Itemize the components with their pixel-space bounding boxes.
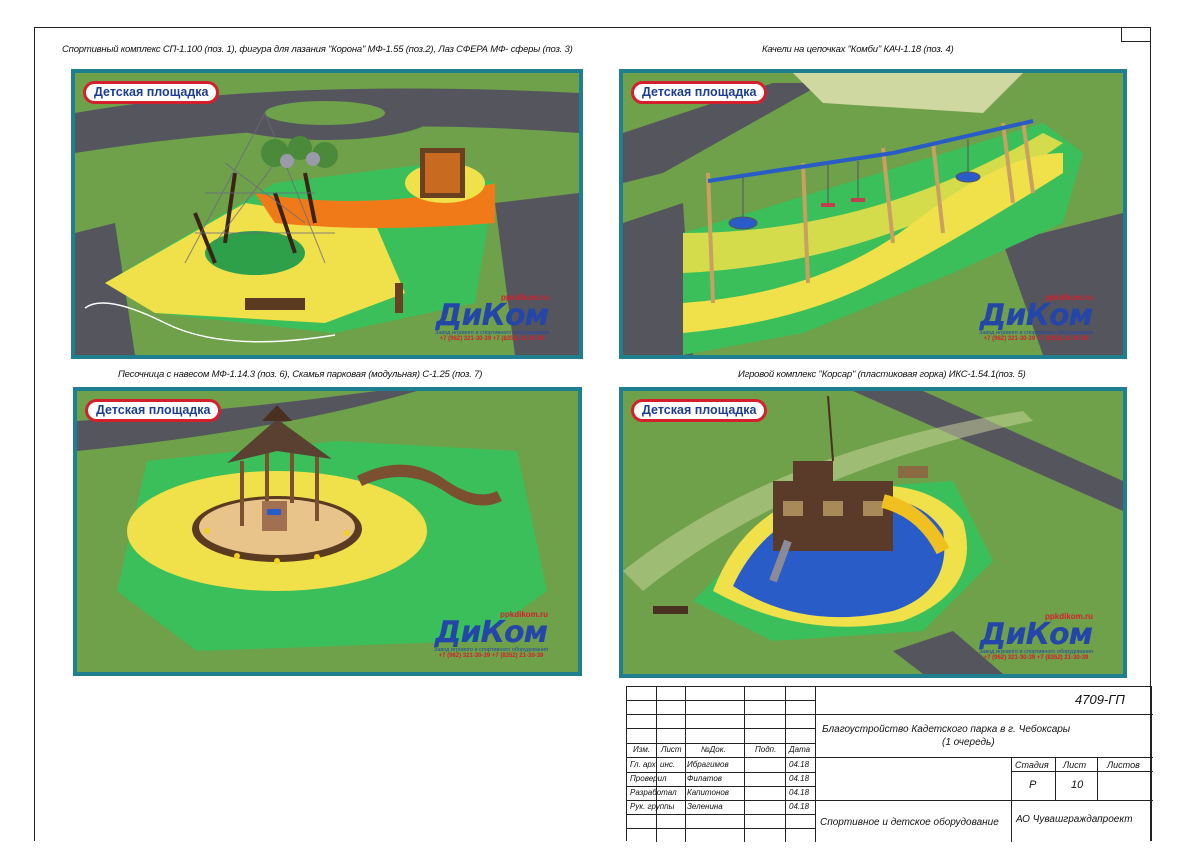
dikom-logo: ppkdikom.ru ДиКом Завод игрового и спорт… bbox=[417, 293, 567, 347]
caption-sports-complex: Спортивный комплекс СП-1.100 (поз. 1), ф… bbox=[62, 44, 573, 55]
signer-role: Проверил bbox=[630, 774, 667, 783]
dikom-logo: ppkdikom.ru ДиКом Завод игрового и спорт… bbox=[961, 293, 1111, 347]
sheet-label: Лист bbox=[1063, 760, 1087, 770]
logo-name: ДиКом bbox=[435, 298, 549, 333]
header-date: Дата bbox=[789, 745, 811, 754]
project-subtitle: (1 очередь) bbox=[942, 737, 995, 748]
logo-phones: +7 (962) 321-30-39 +7 (8352) 21-30-39 bbox=[438, 653, 544, 659]
logo-name: ДиКом bbox=[434, 615, 548, 650]
sheets-label: Листов bbox=[1107, 760, 1140, 770]
caption-sandbox: Песочница с навесом МФ-1.14.3 (поз. 6), … bbox=[118, 369, 483, 380]
caption-play-complex: Игровой комплекс "Корсар" (пластиковая г… bbox=[738, 369, 1026, 380]
logo-name: ДиКом bbox=[979, 617, 1093, 652]
header-izm: Изм. bbox=[633, 745, 651, 754]
signer-role: Разработал bbox=[630, 788, 677, 797]
drawing-code: 4709-ГП bbox=[1075, 692, 1125, 707]
header-sign: Подп. bbox=[755, 745, 777, 754]
header-doc: №Док. bbox=[701, 745, 726, 754]
title-block: Изм. Лист №Док. Подп. Дата Гл. арх. инс.… bbox=[626, 686, 1153, 842]
signer-date: 04.18 bbox=[789, 774, 810, 783]
signer-date: 04.18 bbox=[789, 788, 810, 797]
logo-phones: +7 (962) 321-30-39 +7 (8352) 21-30-39 bbox=[983, 655, 1089, 661]
badge-playground: Детская площадка bbox=[631, 399, 768, 422]
signer-date: 04.18 bbox=[789, 802, 810, 811]
dikom-logo: ppkdikom.ru ДиКом Завод игрового и спорт… bbox=[416, 610, 566, 664]
badge-playground: Детская площадка bbox=[631, 81, 768, 104]
dikom-logo: ppkdikom.ru ДиКом Завод игрового и спорт… bbox=[961, 612, 1111, 666]
project-title: Благоустройство Кадетского парка в г. Че… bbox=[822, 724, 1071, 735]
signer-name: Капитонов bbox=[687, 788, 729, 797]
logo-phones: +7 (962) 321-30-39 +7 (8352) 21-30-39 bbox=[983, 336, 1089, 342]
render-panel-sandbox: Детская площадка ppkdikom.ru ДиКом Завод… bbox=[73, 387, 582, 676]
badge-playground: Детская площадка bbox=[83, 81, 220, 104]
signer-role: Рук. группы bbox=[630, 802, 675, 811]
drawing-name: Спортивное и детское оборудование bbox=[820, 817, 999, 828]
sheet-number: 10 bbox=[1071, 779, 1084, 791]
signer-name: Филатов bbox=[687, 774, 722, 783]
render-panel-play-complex: Детская площадка ppkdikom.ru ДиКом Завод… bbox=[619, 387, 1127, 678]
caption-swings: Качели на цепочках "Комби" КАЧ-1.18 (поз… bbox=[762, 44, 954, 55]
signer-name: Зеленина bbox=[687, 802, 723, 811]
signer-date: 04.18 bbox=[789, 760, 810, 769]
stage-value: Р bbox=[1029, 779, 1037, 791]
signer-name: Ибрагимов bbox=[687, 760, 729, 769]
render-panel-swings: Детская площадка ppkdikom.ru ДиКом Завод… bbox=[619, 69, 1127, 359]
corner-box bbox=[1121, 27, 1151, 42]
badge-playground: Детская площадка bbox=[85, 399, 222, 422]
stage-label: Стадия bbox=[1015, 760, 1049, 770]
logo-phones: +7 (962) 321-30-39 +7 (8352) 21-30-39 bbox=[439, 336, 545, 342]
organization-name: АО Чувашграждапроект bbox=[1016, 814, 1133, 825]
render-panel-sports-complex: Детская площадка ppkdikom.ru ДиКом Завод… bbox=[71, 69, 583, 359]
header-list: Лист bbox=[661, 745, 682, 754]
logo-name: ДиКом bbox=[979, 298, 1093, 333]
signer-role: Гл. арх. инс. bbox=[630, 760, 676, 769]
